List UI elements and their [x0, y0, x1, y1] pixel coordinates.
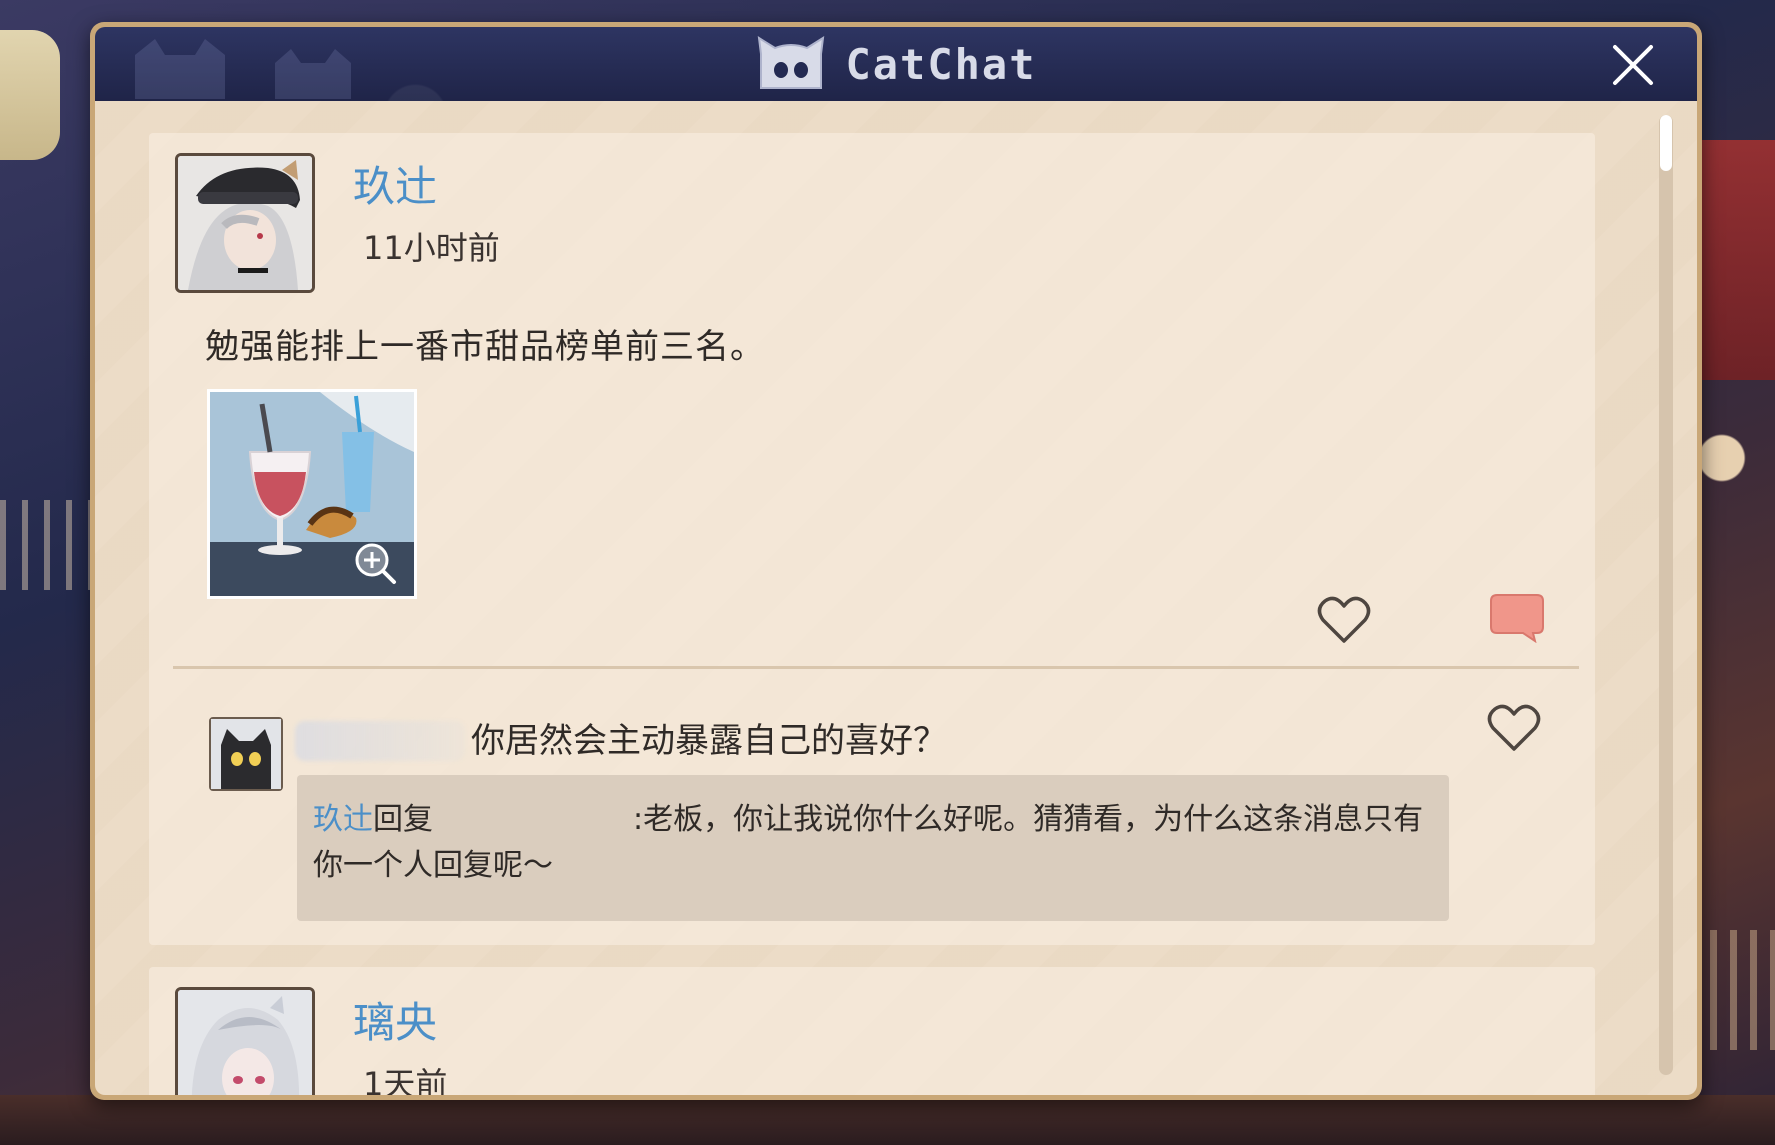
- post-card: 璃央 1天前: [149, 967, 1595, 1095]
- like-post-heart-icon[interactable]: [1317, 595, 1371, 645]
- background-sign: [1700, 140, 1775, 380]
- scrollbar-thumb[interactable]: [1660, 115, 1672, 171]
- comment-speech-bubble-icon[interactable]: [1489, 593, 1545, 643]
- background-lantern: [0, 30, 60, 160]
- background-floor: [0, 1095, 1775, 1145]
- post-image-thumbnail[interactable]: [207, 389, 417, 599]
- commenter-name-redacted: [295, 721, 465, 761]
- avatar[interactable]: [175, 987, 315, 1095]
- post-timestamp: 11小时前: [363, 229, 500, 267]
- catchat-dialog: CatChat 玖辻 11小时前 勉强能排上一番市甜品榜单前三名。 你居然会主动…: [90, 22, 1702, 1100]
- post-timestamp: 1天前: [363, 1065, 448, 1095]
- like-comment-heart-icon[interactable]: [1487, 703, 1541, 753]
- cat-face-icon: [758, 36, 825, 89]
- reply-author-name[interactable]: 玖辻: [313, 802, 373, 837]
- reply-box[interactable]: 玖辻回复:老板，你让我说你什么好呢。猜猜看，为什么这条消息只有你一个人回复呢～: [297, 775, 1449, 921]
- background-railing: [0, 500, 95, 590]
- character-portrait-icon: [178, 990, 312, 1095]
- background-railing-right: [1690, 930, 1775, 1050]
- character-portrait-icon: [178, 156, 312, 290]
- post-card: 玖辻 11小时前 勉强能排上一番市甜品榜单前三名。 你居然会主动暴露自己的喜好？…: [149, 133, 1595, 945]
- reply-verb: 回复: [373, 802, 433, 837]
- post-text: 勉强能排上一番市甜品榜单前三名。: [205, 327, 765, 367]
- post-author-name[interactable]: 玖辻: [353, 153, 437, 214]
- cat-silhouette-decoration-icon: [135, 39, 351, 99]
- comment-text: 你居然会主动暴露自己的喜好？: [471, 721, 947, 761]
- zoom-in-icon[interactable]: [352, 540, 398, 586]
- avatar[interactable]: [175, 153, 315, 293]
- close-icon[interactable]: [1609, 41, 1657, 89]
- comment-avatar[interactable]: [209, 717, 283, 791]
- dialog-header: CatChat: [95, 27, 1697, 101]
- app-brand: CatChat: [755, 36, 1036, 92]
- black-cat-avatar-icon: [211, 719, 281, 789]
- reply-target-redacted: [433, 806, 633, 836]
- scrollbar[interactable]: [1659, 115, 1673, 1075]
- post-author-name[interactable]: 璃央: [353, 989, 437, 1050]
- feed-scroll-area[interactable]: 玖辻 11小时前 勉强能排上一番市甜品榜单前三名。 你居然会主动暴露自己的喜好？…: [95, 101, 1697, 1095]
- divider: [173, 666, 1579, 669]
- reply-separator: :: [633, 802, 644, 837]
- app-title: CatChat: [845, 39, 1037, 89]
